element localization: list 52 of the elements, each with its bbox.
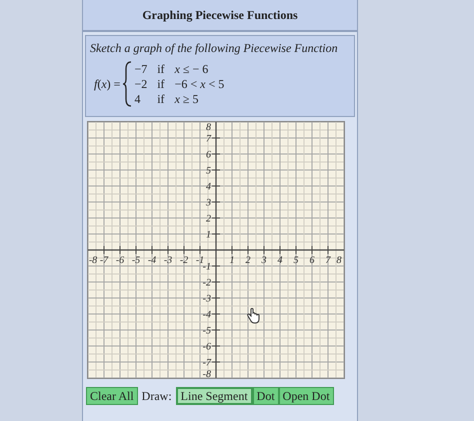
y-tick-label: 6 xyxy=(206,150,211,160)
piece-condition: −6 < x < 5 xyxy=(174,76,224,92)
piece-condition: x ≤ − 6 xyxy=(174,62,210,76)
x-tick-label: 4 xyxy=(278,255,282,266)
y-tick-label: -1 xyxy=(202,262,211,272)
x-tick-label: 3 xyxy=(262,255,266,266)
y-tick-label: -8 xyxy=(202,369,211,378)
piece-if: if xyxy=(157,62,165,76)
y-tick-label: -7 xyxy=(202,358,211,368)
x-tick-label: -3 xyxy=(164,255,172,266)
x-tick-label: 8 xyxy=(336,255,342,266)
clear-all-button[interactable]: Clear All xyxy=(86,387,138,405)
x-tick-label: -7 xyxy=(100,255,108,266)
x-tick-label: -6 xyxy=(116,255,124,266)
y-tick-label: -2 xyxy=(202,278,211,288)
piece-value: −2 xyxy=(134,76,148,92)
x-tick-label: 2 xyxy=(246,255,250,266)
draw-tool-button[interactable]: Open Dot xyxy=(278,387,334,405)
y-tick-label: 1 xyxy=(206,230,211,240)
x-tick-label: -1 xyxy=(196,255,204,266)
coordinate-grid[interactable]: -8 -7 -6 -5 -4 -3 -2 -1 1 2 3 4 5 6 7 8 8 7 6 5 4 3 2 1 -1 -2 -3 -4 -5 -6 -7 -8 xyxy=(88,122,344,378)
draw-label: Draw: xyxy=(142,388,172,405)
piece-value: −7 xyxy=(134,62,148,76)
x-tick-label: -5 xyxy=(132,255,140,266)
y-tick-label: 5 xyxy=(206,166,211,176)
page-title: Graphing Piecewise Functions xyxy=(142,7,298,24)
x-tick-label: 5 xyxy=(294,255,298,266)
prompt-text: Sketch a graph of the following Piecewise Function xyxy=(90,40,339,57)
y-tick-label: 7 xyxy=(206,134,211,144)
x-tick-label: 7 xyxy=(326,255,330,266)
y-tick-label: -5 xyxy=(202,326,211,336)
y-tick-label: 3 xyxy=(206,198,211,208)
x-tick-label: 1 xyxy=(230,255,234,266)
y-tick-label: 2 xyxy=(206,214,211,224)
draw-tool-button[interactable]: Line Segment xyxy=(176,387,253,405)
y-tick-label: 8 xyxy=(206,122,211,133)
piece-if: if xyxy=(157,76,165,92)
y-tick-label: -4 xyxy=(202,310,211,320)
piece-condition: x ≥ 5 xyxy=(174,92,200,106)
y-tick-label: -3 xyxy=(202,294,211,304)
y-tick-label: -6 xyxy=(202,342,211,352)
piece-value: 4 xyxy=(134,92,142,106)
brace-icon xyxy=(122,61,132,107)
x-tick-label: -8 xyxy=(88,255,98,266)
function-label: f(x) = xyxy=(94,76,120,93)
x-tick-label: -4 xyxy=(148,255,156,266)
piece-if: if xyxy=(157,92,165,106)
draw-tool-button[interactable]: Dot xyxy=(252,387,279,405)
x-tick-label: -2 xyxy=(180,255,188,266)
hand-cursor-icon xyxy=(246,308,260,324)
y-tick-label: 4 xyxy=(206,182,211,192)
x-tick-label: 6 xyxy=(310,255,314,266)
